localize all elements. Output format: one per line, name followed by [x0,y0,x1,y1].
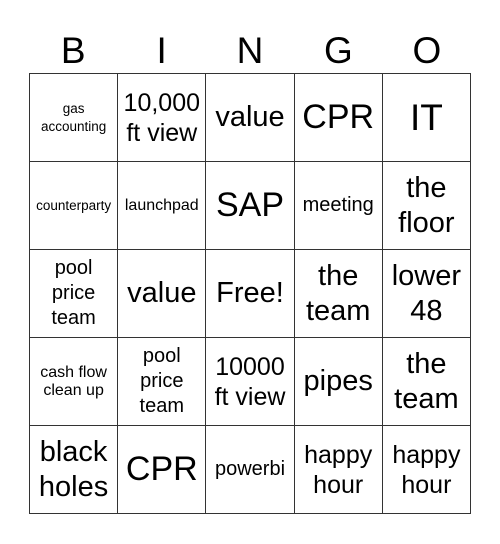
header-letter-b: B [60,30,86,71]
bingo-cell[interactable]: value [118,250,207,338]
cell-text: lower 48 [391,260,462,327]
bingo-cell[interactable]: the team [294,250,383,338]
bingo-cell[interactable]: 10000 ft view [206,338,295,426]
bingo-cell[interactable]: counterparty [30,162,119,250]
cell-text: pool price team [51,257,96,329]
bingo-cell[interactable]: powerbi [206,426,295,514]
bingo-cell[interactable]: the team [382,338,471,426]
cell-text: happy hour [304,440,373,499]
bingo-cell[interactable]: value [206,74,295,162]
bingo-cell[interactable]: cash flow clean up [30,338,119,426]
cell-text: counterparty [36,197,112,213]
cell-text: black holes [38,436,109,503]
cell-text: meeting [302,194,374,216]
cell-text: CPR [125,450,198,489]
cell-text: the team [305,260,371,327]
cell-text: 10,000 ft view [123,88,201,147]
cell-text: CPR [302,98,375,137]
cell-text: pool price team [139,345,185,417]
bingo-cell[interactable]: lower 48 [382,250,471,338]
bingo-cell[interactable]: 10,000 ft view [118,74,207,162]
bingo-cell[interactable]: pool price team [30,250,119,338]
bingo-cell[interactable]: launchpad [118,162,207,250]
cell-text: 10000 ft view [214,352,286,411]
header-letter-n: N [236,30,264,71]
bingo-cell[interactable]: happy hour [294,426,383,514]
bingo-header: B I N G O [29,30,471,72]
header-letter-o: O [412,30,442,71]
bingo-cell[interactable]: happy hour [382,426,471,514]
cell-text: Free! [216,277,284,310]
bingo-cell[interactable]: SAP [206,162,295,250]
cell-text: powerbi [214,458,286,480]
header-letter-g: G [324,30,353,71]
bingo-cell[interactable]: IT [382,74,471,162]
bingo-cell[interactable]: gas accounting [30,74,119,162]
cell-text: gas accounting [40,100,107,134]
header-letter-i: I [156,30,167,71]
bingo-cell[interactable]: meeting [294,162,383,250]
bingo-cell[interactable]: CPR [118,426,207,514]
cell-text: the team [394,348,459,415]
cell-text: cash flow clean up [40,363,107,399]
bingo-cell[interactable]: the floor [382,162,471,250]
cell-text: launchpad [124,196,199,214]
bingo-grid: gas accounting 10,000 ft view value CPR IT co… [29,73,471,514]
cell-text: value [127,277,197,310]
cell-text: IT [409,96,443,138]
cell-text: value [215,101,285,134]
bingo-cell[interactable]: black holes [30,426,119,514]
bingo-cell[interactable]: pool price team [118,338,207,426]
bingo-cell[interactable]: pipes [294,338,383,426]
cell-text: pipes [303,365,373,398]
cell-text: happy hour [392,440,461,499]
cell-text: SAP [215,186,285,225]
free-space-cell[interactable]: Free! [206,250,295,338]
bingo-cell[interactable]: CPR [294,74,383,162]
cell-text: the floor [398,172,455,239]
